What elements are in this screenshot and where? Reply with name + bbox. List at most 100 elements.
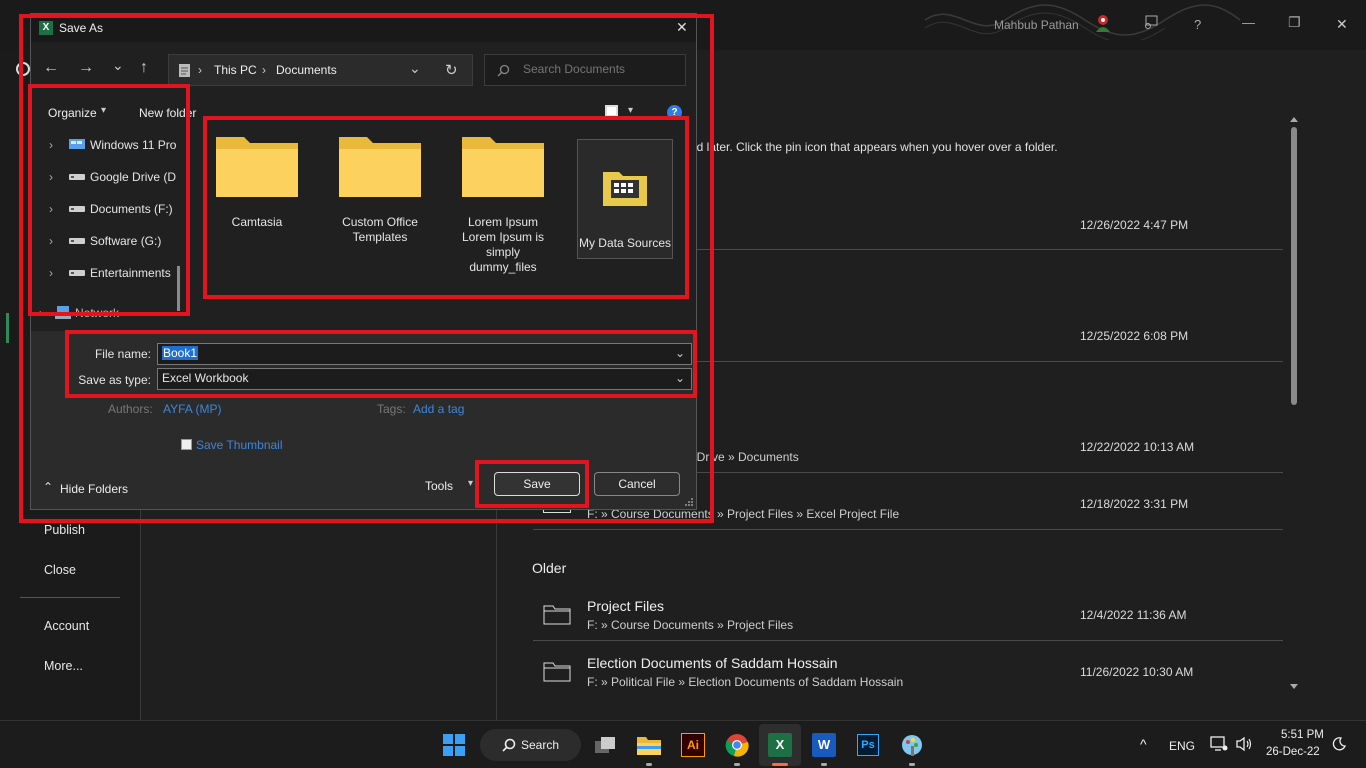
address-dropdown-icon[interactable]: ⌄: [409, 60, 421, 77]
photoshop-icon[interactable]: Ps: [852, 729, 884, 761]
authors-label: Authors:: [108, 402, 153, 416]
search-input[interactable]: [523, 62, 673, 76]
avatar-icon[interactable]: [1093, 12, 1113, 34]
save-options-panel: File name: Book1 ⌄ Save as type: Excel W…: [31, 331, 696, 509]
address-bar[interactable]: › This PC › Documents ⌄ ↻: [168, 54, 473, 86]
folder-item[interactable]: Custom Office Templates: [330, 129, 430, 245]
data-sources-folder-icon: [603, 172, 647, 206]
cancel-button[interactable]: Cancel: [594, 472, 680, 496]
folder-icon: [462, 137, 544, 197]
view-caret-icon[interactable]: ▾: [628, 105, 633, 116]
organize-caret-icon[interactable]: ▾: [101, 105, 106, 116]
nav-publish[interactable]: Publish: [44, 523, 85, 537]
hide-folders-button[interactable]: Hide Folders: [60, 482, 128, 496]
organize-button[interactable]: Organize: [48, 106, 97, 120]
start-icon[interactable]: [438, 729, 470, 761]
new-folder-button[interactable]: New folder: [139, 106, 196, 120]
coauthor-icon[interactable]: [1143, 14, 1159, 33]
recent-path: eDrive » Documents: [690, 450, 799, 464]
chevron-right-icon[interactable]: ›: [49, 138, 53, 152]
chevron-right-icon[interactable]: ›: [49, 266, 53, 280]
minimize-icon[interactable]: —: [1242, 15, 1255, 30]
file-explorer-icon[interactable]: [633, 729, 665, 761]
tools-caret-icon[interactable]: ▾: [468, 478, 473, 489]
restore-icon[interactable]: ❐: [1288, 14, 1301, 31]
authors-value[interactable]: AYFA (MP): [163, 402, 221, 416]
folder-item[interactable]: Camtasia: [207, 129, 307, 230]
file-view: Camtasia Custom Office Templates Lorem I…: [207, 119, 685, 309]
language-indicator[interactable]: ENG: [1169, 739, 1195, 753]
user-name[interactable]: Mahbub Pathan: [994, 18, 1079, 32]
file-name-value[interactable]: Book1: [162, 346, 199, 360]
excel-badge-icon: X: [39, 21, 53, 35]
volume-icon[interactable]: [1235, 736, 1253, 752]
tools-button[interactable]: Tools: [425, 479, 453, 493]
clock-date[interactable]: 26-Dec-22: [1266, 746, 1320, 758]
clock-time[interactable]: 5:51 PM: [1281, 729, 1324, 741]
resize-grip-icon[interactable]: [684, 497, 694, 507]
dialog-close-icon[interactable]: ✕: [676, 19, 688, 36]
chevron-right-icon[interactable]: ›: [49, 170, 53, 184]
recent-date: 12/18/2022 3:31 PM: [1080, 497, 1189, 511]
tree-label: Network: [75, 306, 120, 320]
excel-icon[interactable]: X: [764, 729, 796, 761]
forward-arrow-icon[interactable]: →: [78, 59, 94, 77]
crumb-documents[interactable]: Documents: [276, 63, 337, 77]
save-thumbnail-label[interactable]: Save Thumbnail: [196, 438, 283, 452]
search-box[interactable]: [484, 54, 686, 86]
dialog-titlebar[interactable]: X Save As ✕: [31, 14, 696, 42]
refresh-icon[interactable]: ↻: [445, 61, 458, 79]
network-icon[interactable]: [1210, 736, 1228, 752]
paint-icon[interactable]: [896, 729, 928, 761]
taskbar-search[interactable]: Search: [480, 729, 581, 761]
chevron-down-icon[interactable]: ⌄: [675, 371, 685, 385]
older-date: 11/26/2022 10:30 AM: [1080, 665, 1194, 679]
crumb-this-pc[interactable]: This PC: [214, 63, 257, 77]
running-indicator: [821, 763, 827, 766]
chevron-right-icon[interactable]: ›: [49, 202, 53, 216]
add-tag-link[interactable]: Add a tag: [413, 402, 464, 416]
back-arrow-icon[interactable]: ←: [43, 59, 59, 77]
save-as-dialog: X Save As ✕ ← → ⌄ ↑ › This PC › Document…: [30, 13, 697, 510]
help-icon[interactable]: ?: [667, 105, 682, 120]
back-circle-icon[interactable]: [16, 62, 30, 76]
word-icon[interactable]: W: [808, 729, 840, 761]
pin-hint: nd later. Click the pin icon that appear…: [690, 140, 1058, 154]
document-icon: [179, 64, 190, 77]
search-icon: [497, 64, 510, 77]
recent-date: 12/22/2022 10:13 AM: [1080, 440, 1195, 454]
crumb-sep: ›: [262, 63, 266, 77]
chevron-right-icon[interactable]: ›: [49, 234, 53, 248]
hide-folders-caret-icon[interactable]: ⌃: [43, 480, 53, 494]
backstage-scrollbar[interactable]: [1288, 115, 1300, 693]
folder-icon: [216, 137, 298, 197]
nav-close[interactable]: Close: [44, 563, 76, 577]
tray-overflow-icon[interactable]: ^: [1140, 736, 1147, 752]
recent-locations-icon[interactable]: ⌄: [112, 57, 124, 74]
folder-item-selected[interactable]: My Data Sources: [577, 139, 673, 259]
help-icon[interactable]: ?: [1194, 17, 1201, 32]
chrome-icon[interactable]: [721, 729, 753, 761]
older-path: F: » Course Documents » Project Files: [587, 618, 794, 632]
chevron-right-icon[interactable]: ›: [39, 306, 43, 320]
file-name-input[interactable]: Book1 ⌄: [157, 343, 692, 365]
file-name: Lorem Ipsum Lorem Ipsum is simply dummy_…: [461, 215, 545, 274]
notification-moon-icon[interactable]: [1332, 737, 1346, 751]
folder-item[interactable]: Lorem Ipsum Lorem Ipsum is simply dummy_…: [453, 129, 553, 275]
view-icon[interactable]: [605, 105, 618, 117]
older-path: F: » Political File » Election Documents…: [587, 675, 904, 689]
nav-more[interactable]: More...: [44, 659, 83, 673]
older-title[interactable]: Election Documents of Saddam Hossain: [587, 655, 838, 671]
chevron-down-icon[interactable]: ⌄: [675, 346, 685, 360]
save-button[interactable]: Save: [494, 472, 580, 496]
up-arrow-icon[interactable]: ↑: [140, 59, 148, 77]
nav-account[interactable]: Account: [44, 619, 89, 633]
dialog-title: Save As: [59, 21, 104, 35]
save-type-select[interactable]: Excel Workbook ⌄: [157, 368, 692, 390]
older-title[interactable]: Project Files: [587, 598, 664, 614]
window-close-icon[interactable]: ✕: [1336, 16, 1348, 33]
tree-scrollbar[interactable]: [177, 266, 180, 311]
illustrator-icon[interactable]: Ai: [677, 729, 709, 761]
save-thumbnail-checkbox[interactable]: [181, 439, 192, 450]
task-view-icon[interactable]: [589, 729, 621, 761]
